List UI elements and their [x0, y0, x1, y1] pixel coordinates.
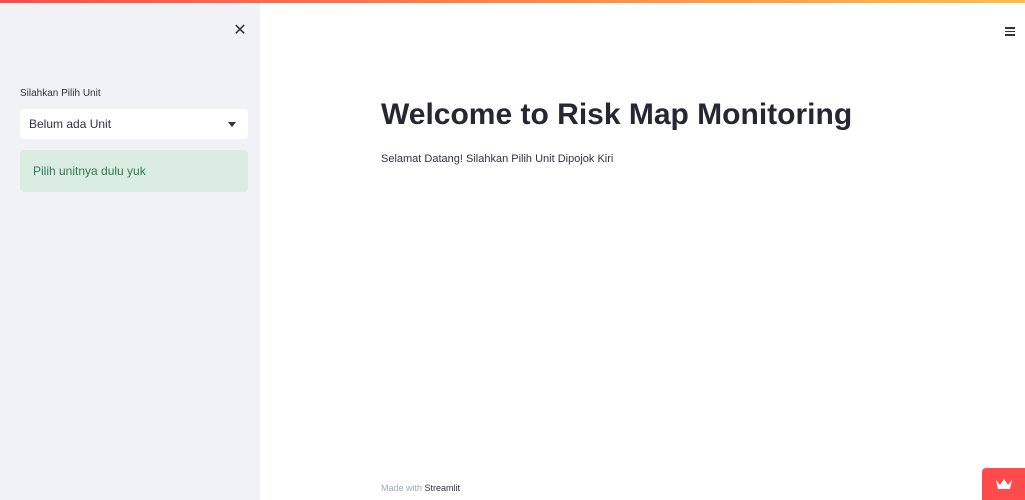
info-alert: Pilih unitnya dulu yuk	[20, 150, 248, 192]
header-decoration-bar	[0, 0, 1025, 3]
sidebar: ✕ Silahkan Pilih Unit Belum ada Unit Pil…	[0, 0, 260, 500]
page-title: Welcome to Risk Map Monitoring	[381, 98, 853, 131]
crown-icon	[995, 479, 1012, 489]
footer-prefix: Made with	[381, 483, 425, 493]
streamlit-link[interactable]: Streamlit	[425, 483, 461, 493]
close-icon: ✕	[233, 22, 247, 39]
unit-select-value: Belum ada Unit	[29, 117, 112, 131]
unit-select-label: Silahkan Pilih Unit	[20, 88, 101, 99]
deploy-button[interactable]	[982, 468, 1025, 500]
info-alert-text: Pilih unitnya dulu yuk	[33, 164, 146, 178]
page-subtitle: Selamat Datang! Silahkan Pilih Unit Dipo…	[381, 153, 614, 165]
chevron-down-icon	[228, 121, 236, 127]
main-menu-button[interactable]	[1003, 24, 1017, 38]
close-sidebar-button[interactable]: ✕	[230, 20, 250, 40]
hamburger-menu-icon	[1005, 27, 1015, 29]
footer: Made with Streamlit	[381, 483, 460, 493]
unit-select[interactable]: Belum ada Unit	[20, 109, 248, 139]
